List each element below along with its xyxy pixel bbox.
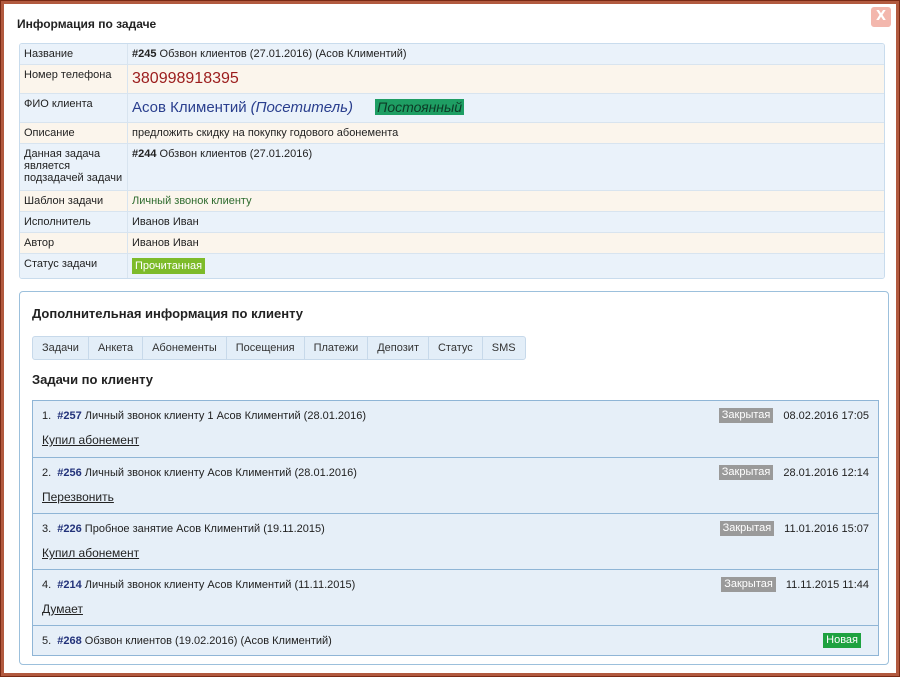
info-label: Номер телефона [20, 65, 128, 93]
client-name[interactable]: Асов Климентий (Посетитель) [132, 99, 357, 116]
tab-sms[interactable]: SMS [483, 337, 525, 359]
task-id-link[interactable]: #214 [57, 579, 81, 591]
tab-payments[interactable]: Платежи [305, 337, 369, 359]
task-status-badge: Закрытая [718, 408, 774, 423]
parent-task-title[interactable]: Обзвон клиентов (27.01.2016) [160, 148, 313, 160]
task-id-link[interactable]: #256 [57, 467, 81, 479]
author-value: Иванов Иван [132, 237, 199, 249]
task-status-badge: Закрытая [718, 465, 774, 480]
client-extra-panel: Дополнительная информация по клиенту Зад… [19, 291, 889, 665]
info-row-phone: Номер телефона 380998918395 [20, 64, 884, 93]
tab-status[interactable]: Статус [429, 337, 483, 359]
tab-deposit[interactable]: Депозит [368, 337, 429, 359]
task-date: 28.01.2016 12:14 [783, 466, 869, 479]
task-date: 11.11.2015 11:44 [785, 578, 869, 591]
dialog-title: Информация по задаче [17, 17, 157, 31]
info-row-client: ФИО клиента Асов Климентий (Посетитель) П… [20, 93, 884, 122]
task-number: 5. [42, 635, 52, 647]
task-number: 1. [42, 410, 52, 422]
task-item[interactable]: 3. #226 Пробное занятие Асов Климентий (… [33, 513, 878, 569]
task-number: 2. [42, 467, 52, 479]
client-tasks-heading: Задачи по клиенту [32, 372, 154, 387]
task-title: Обзвон клиентов (27.01.2016) (Асов Климе… [159, 48, 407, 60]
task-status-badge: Закрытая [721, 577, 776, 592]
task-item[interactable]: 5. #268 Обзвон клиентов (19.02.2016) (Ас… [33, 625, 878, 655]
executor-value: Иванов Иван [132, 216, 199, 228]
status-badge: Прочитанная [132, 258, 206, 274]
info-label: Шаблон задачи [20, 191, 128, 211]
info-row-parent: Данная задача является подзадачей задачи… [20, 143, 884, 190]
task-text: Личный звонок клиенту 1 Асов Климентий (… [84, 410, 367, 422]
task-item[interactable]: 4. #214 Личный звонок клиенту Асов Климе… [33, 569, 878, 625]
task-result: Купил абонемент [42, 433, 140, 447]
parent-task-id[interactable]: #244 [132, 148, 156, 160]
template-value: Личный звонок клиенту [132, 195, 252, 207]
task-item[interactable]: 1. #257 Личный звонок клиенту 1 Асов Кли… [33, 401, 878, 457]
tab-questionnaire[interactable]: Анкета [89, 337, 144, 359]
tab-subscriptions[interactable]: Абонементы [143, 337, 227, 359]
info-label: Статус задачи [20, 254, 128, 278]
task-text: Обзвон клиентов (19.02.2016) (Асов Климе… [84, 635, 332, 647]
task-info-dialog: Информация по задаче X Название #245 Обз… [0, 0, 900, 677]
info-row-description: Описание предложить скидку на покупку го… [20, 122, 884, 143]
info-row-author: Автор Иванов Иван [20, 232, 884, 253]
task-text: Личный звонок клиенту Асов Климентий (11… [84, 579, 356, 591]
task-result: Купил абонемент [42, 546, 140, 560]
task-date: 08.02.2016 17:05 [783, 409, 869, 422]
info-row-name: Название #245 Обзвон клиентов (27.01.201… [20, 44, 884, 64]
task-number: 3. [42, 523, 52, 535]
task-status-badge: Новая [823, 633, 861, 648]
extra-panel-title: Дополнительная информация по клиенту [32, 306, 303, 321]
task-number: 4. [42, 579, 52, 591]
task-text: Пробное занятие Асов Климентий (19.11.20… [84, 523, 325, 535]
info-label: Автор [20, 233, 128, 253]
info-label: Название [20, 44, 128, 64]
info-label: Данная задача является подзадачей задачи [20, 144, 128, 190]
client-task-list: 1. #257 Личный звонок клиенту 1 Асов Кли… [32, 400, 879, 656]
task-id-link[interactable]: #257 [57, 410, 81, 422]
task-status-badge: Закрытая [719, 521, 775, 536]
info-label: ФИО клиента [20, 94, 128, 122]
tab-visits[interactable]: Посещения [227, 337, 305, 359]
task-id-link[interactable]: #226 [57, 523, 81, 535]
info-label: Описание [20, 123, 128, 143]
info-row-status: Статус задачи Прочитанная [20, 253, 884, 278]
client-status-badge: Постоянный [375, 99, 465, 115]
info-row-template: Шаблон задачи Личный звонок клиенту [20, 190, 884, 211]
dialog-body: Информация по задаче X Название #245 Обз… [5, 5, 895, 672]
close-button[interactable]: X [871, 7, 891, 27]
task-info-table: Название #245 Обзвон клиентов (27.01.201… [19, 43, 885, 279]
task-item[interactable]: 2. #256 Личный звонок клиенту Асов Климе… [33, 457, 878, 513]
description-value: предложить скидку на покупку годового аб… [132, 127, 399, 139]
info-row-executor: Исполнитель Иванов Иван [20, 211, 884, 232]
task-id: #245 [132, 48, 157, 60]
task-result: Перезвонить [42, 490, 114, 504]
client-tabs: Задачи Анкета Абонементы Посещения Плате… [32, 336, 526, 360]
info-value: #245 Обзвон клиентов (27.01.2016) (Асов … [128, 44, 884, 64]
task-date: 11.01.2016 15:07 [784, 522, 869, 535]
tab-tasks[interactable]: Задачи [33, 337, 89, 359]
task-id-link[interactable]: #268 [57, 635, 81, 647]
phone-number[interactable]: 380998918395 [132, 70, 239, 87]
task-result: Думает [42, 602, 83, 616]
client-role: (Посетитель) [250, 99, 353, 116]
task-text: Личный звонок клиенту Асов Климентий (28… [84, 467, 357, 479]
info-label: Исполнитель [20, 212, 128, 232]
